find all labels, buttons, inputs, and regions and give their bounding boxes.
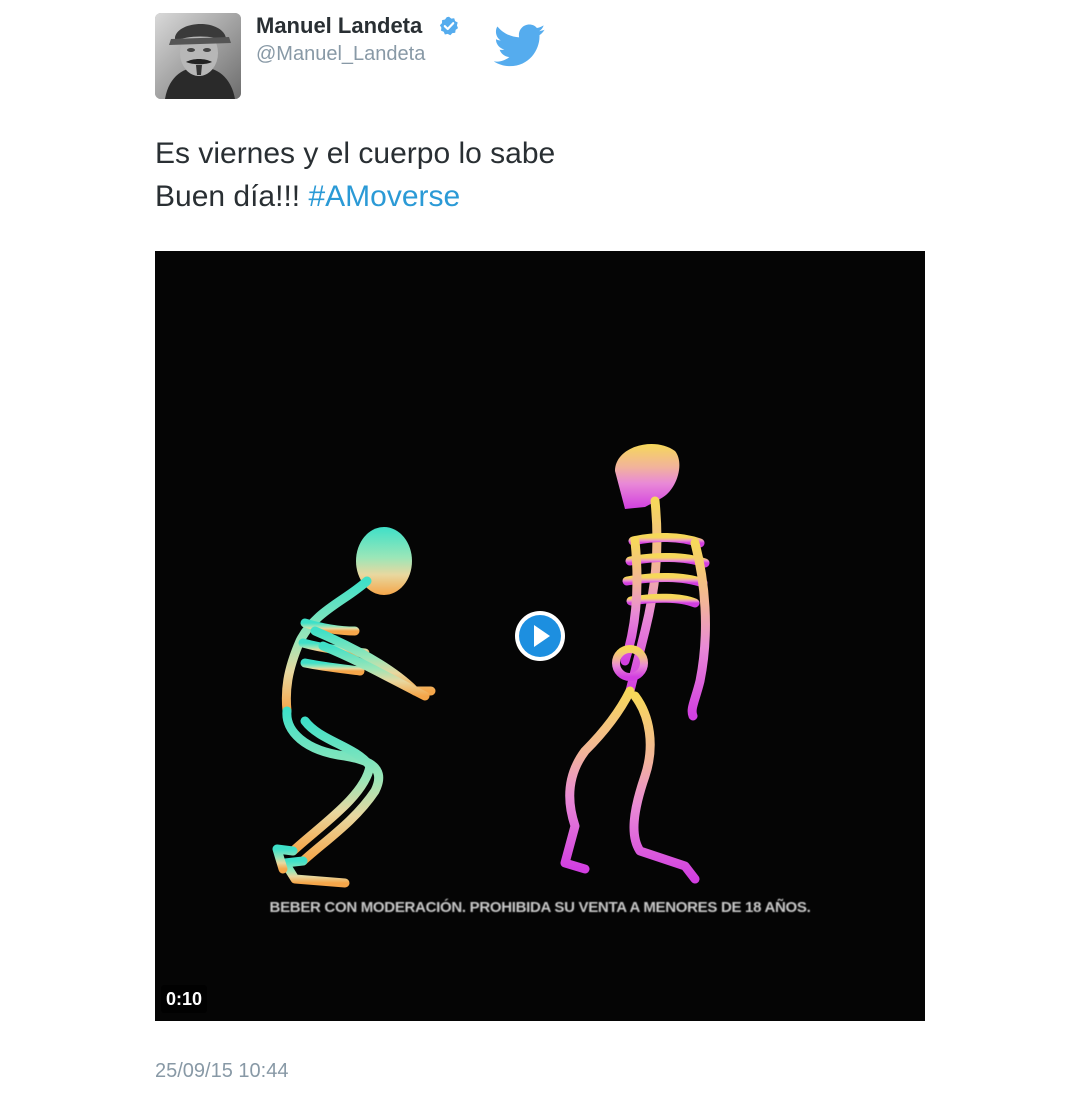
right-skeleton xyxy=(560,443,710,884)
hashtag-link[interactable]: #AMoverse xyxy=(308,180,460,213)
tweet-line-2: Buen día!!! #AMoverse xyxy=(155,175,915,218)
verified-badge-icon xyxy=(439,16,459,36)
play-icon xyxy=(515,611,565,661)
tweet-line-2-text: Buen día!!! xyxy=(155,180,309,213)
play-button[interactable] xyxy=(514,610,566,662)
video-player[interactable]: BEBER CON MODERACIÓN. PROHIBIDA SU VENTA… xyxy=(155,251,925,1021)
video-disclaimer-text: BEBER CON MODERACIÓN. PROHIBIDA SU VENTA… xyxy=(269,899,811,916)
video-duration: 0:10 xyxy=(161,985,208,1013)
avatar[interactable] xyxy=(155,13,241,99)
avatar-photo xyxy=(155,13,241,99)
display-name[interactable]: Manuel Landeta xyxy=(256,12,422,40)
twitter-bird-icon[interactable] xyxy=(493,24,546,68)
handle[interactable]: @Manuel_Landeta xyxy=(256,41,425,67)
left-skeleton xyxy=(272,527,436,888)
tweet-text: Es viernes y el cuerpo lo sabe Buen día!… xyxy=(155,132,915,218)
tweet-line-1: Es viernes y el cuerpo lo sabe xyxy=(155,137,556,170)
tweet-timestamp[interactable]: 25/09/15 10:44 xyxy=(155,1058,288,1084)
